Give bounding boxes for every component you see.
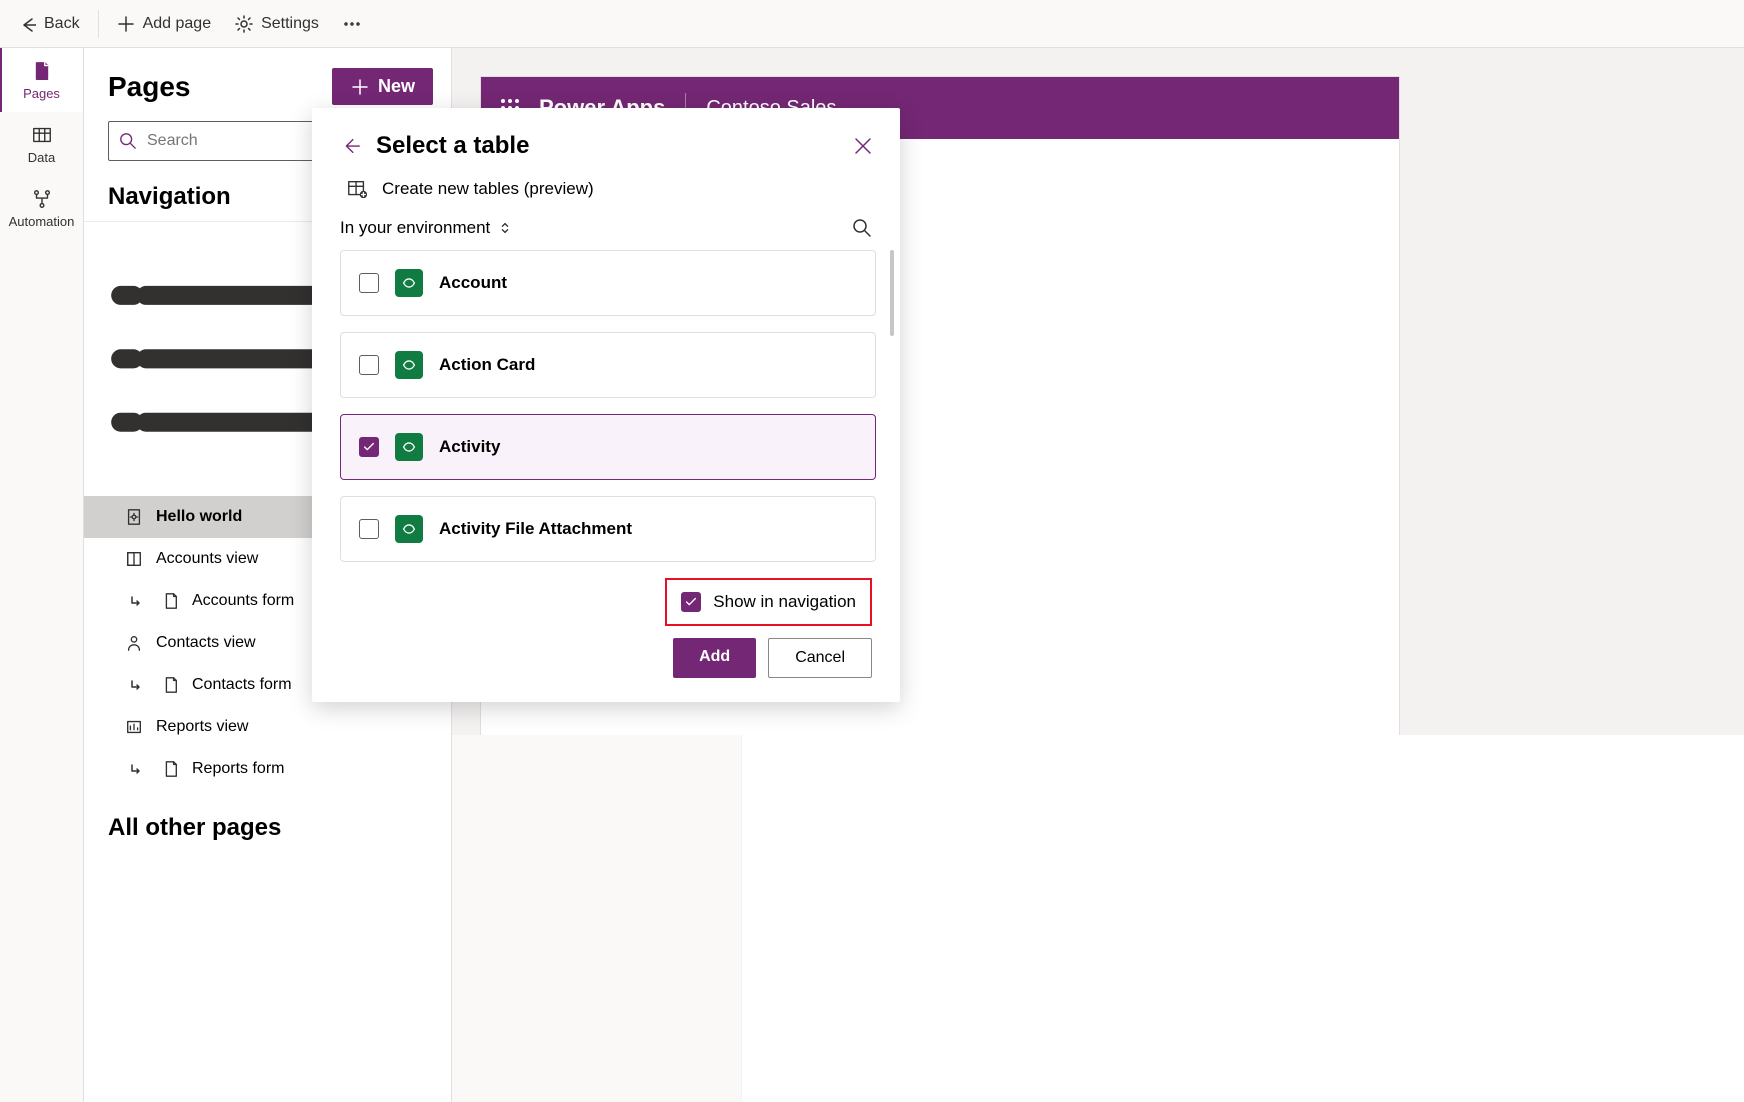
form-icon bbox=[161, 592, 179, 610]
dataverse-icon bbox=[395, 269, 423, 297]
view-icon bbox=[125, 550, 143, 568]
nav-item[interactable]: Reports view bbox=[84, 706, 451, 748]
rail-data-label: Data bbox=[28, 150, 55, 165]
nav-item-label: Hello world bbox=[156, 508, 242, 526]
person-icon bbox=[125, 634, 143, 652]
subitem-arrow-icon bbox=[129, 762, 143, 776]
subitem-arrow-icon bbox=[129, 594, 143, 608]
table-icon bbox=[31, 124, 53, 146]
page-icon bbox=[31, 60, 53, 82]
settings-label: Settings bbox=[261, 15, 319, 33]
dataverse-icon bbox=[395, 351, 423, 379]
nav-item-label: Reports view bbox=[156, 718, 248, 736]
sort-icon bbox=[498, 221, 512, 235]
nav-item-label: Contacts form bbox=[192, 676, 292, 694]
more-icon bbox=[343, 15, 361, 33]
nav-item-label: Contacts view bbox=[156, 634, 256, 652]
preview-lower-area bbox=[452, 735, 1744, 1102]
dataverse-icon bbox=[395, 515, 423, 543]
table-row[interactable]: Activity File Attachment bbox=[340, 496, 876, 562]
check-icon bbox=[362, 440, 376, 454]
table-plus-icon bbox=[346, 178, 368, 200]
cancel-button[interactable]: Cancel bbox=[768, 638, 872, 678]
new-button[interactable]: New bbox=[332, 68, 433, 105]
gear-icon bbox=[235, 15, 253, 33]
table-checkbox[interactable] bbox=[359, 519, 379, 539]
nav-item[interactable]: Reports form bbox=[84, 748, 451, 790]
table-row[interactable]: Action Card bbox=[340, 332, 876, 398]
plus-icon bbox=[350, 77, 370, 97]
show-in-nav-label: Show in navigation bbox=[713, 592, 856, 612]
cmdbar-divider bbox=[98, 10, 99, 38]
create-new-tables[interactable]: Create new tables (preview) bbox=[312, 168, 900, 218]
back-label: Back bbox=[44, 15, 80, 33]
rail-automation-label: Automation bbox=[9, 214, 75, 229]
back-arrow-icon bbox=[18, 15, 36, 33]
add-page-label: Add page bbox=[143, 15, 212, 33]
all-other-heading: All other pages bbox=[84, 790, 451, 866]
report-icon bbox=[125, 718, 143, 736]
form-icon bbox=[161, 760, 179, 778]
table-row[interactable]: Activity bbox=[340, 414, 876, 480]
add-button[interactable]: Add bbox=[673, 638, 756, 678]
environment-filter[interactable]: In your environment bbox=[340, 218, 512, 238]
back-button[interactable]: Back bbox=[8, 9, 90, 39]
more-button[interactable] bbox=[333, 9, 371, 39]
show-in-navigation-row[interactable]: Show in navigation bbox=[665, 578, 872, 626]
command-bar: Back Add page Settings bbox=[0, 0, 1744, 48]
new-label: New bbox=[378, 76, 415, 97]
environment-filter-label: In your environment bbox=[340, 218, 490, 238]
rail-pages[interactable]: Pages bbox=[0, 48, 83, 112]
dialog-back-icon[interactable] bbox=[340, 135, 362, 157]
left-rail: Pages Data Automation bbox=[0, 48, 84, 1102]
rail-data[interactable]: Data bbox=[0, 112, 83, 176]
table-name: Account bbox=[439, 273, 507, 293]
flow-icon bbox=[31, 188, 53, 210]
table-checkbox[interactable] bbox=[359, 437, 379, 457]
pages-title: Pages bbox=[108, 71, 191, 103]
dialog-title: Select a table bbox=[376, 132, 840, 160]
table-row[interactable]: Account bbox=[340, 250, 876, 316]
table-name: Activity bbox=[439, 437, 500, 457]
form-icon bbox=[161, 676, 179, 694]
plus-icon bbox=[117, 15, 135, 33]
rail-pages-label: Pages bbox=[23, 86, 60, 101]
nav-item-label: Reports form bbox=[192, 760, 284, 778]
dialog-close-icon[interactable] bbox=[854, 137, 872, 155]
search-icon bbox=[119, 132, 137, 150]
check-icon bbox=[684, 595, 698, 609]
custom-page-icon bbox=[125, 508, 143, 526]
table-list: Account Action Card Activity Activity File … bbox=[312, 250, 900, 562]
search-icon[interactable] bbox=[852, 218, 872, 238]
subitem-arrow-icon bbox=[129, 678, 143, 692]
add-page-button[interactable]: Add page bbox=[107, 9, 222, 39]
rail-automation[interactable]: Automation bbox=[0, 176, 83, 240]
table-name: Activity File Attachment bbox=[439, 519, 632, 539]
show-in-nav-checkbox[interactable] bbox=[681, 592, 701, 612]
table-checkbox[interactable] bbox=[359, 355, 379, 375]
table-checkbox[interactable] bbox=[359, 273, 379, 293]
nav-item-label: Accounts view bbox=[156, 550, 258, 568]
preview-lower-sidebar bbox=[452, 735, 742, 1102]
table-name: Action Card bbox=[439, 355, 535, 375]
create-new-label: Create new tables (preview) bbox=[382, 179, 594, 199]
nav-item-label: Accounts form bbox=[192, 592, 294, 610]
dataverse-icon bbox=[395, 433, 423, 461]
select-table-dialog: Select a table Create new tables (previe… bbox=[312, 108, 900, 702]
settings-button[interactable]: Settings bbox=[225, 9, 329, 39]
